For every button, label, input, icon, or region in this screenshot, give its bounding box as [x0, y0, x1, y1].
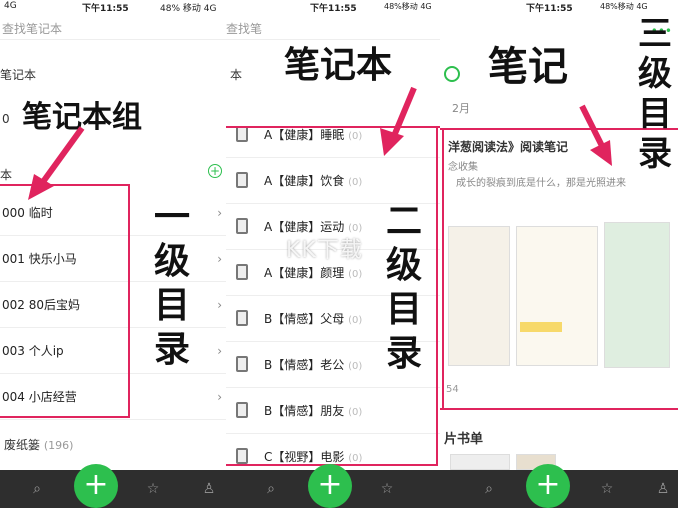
- status-right: 48%移动 4G: [600, 2, 648, 11]
- trash-label: 废纸篓: [4, 438, 41, 452]
- note-title[interactable]: 洋葱阅读法》阅读笔记: [448, 138, 568, 155]
- network-label: 4G: [4, 1, 17, 11]
- notebook-icon: [236, 448, 248, 464]
- status-bar: 4G 下午11:55 48% 移动 4G: [0, 0, 226, 14]
- booklist-title[interactable]: 片书单: [444, 428, 483, 447]
- note-thumbnail: [448, 226, 510, 366]
- annotation-level2: 二级目录: [386, 201, 423, 374]
- notebook-icon: [236, 264, 248, 280]
- status-bar: 下午11:55 48%移动 4G: [440, 0, 678, 14]
- search-icon[interactable]: ⌕: [28, 480, 46, 498]
- add-icon[interactable]: +: [208, 164, 222, 178]
- item-count: (0): [348, 407, 363, 418]
- chevron-right-icon: ›: [217, 252, 222, 266]
- chevron-right-icon: ›: [217, 298, 222, 312]
- notebook-icon: [236, 172, 248, 188]
- tab-bar: ⌕ + ☆ ♙: [440, 464, 678, 508]
- item-label: 【情感】老公: [272, 358, 345, 372]
- item-prefix: B: [264, 404, 273, 418]
- note-list-panel: 下午11:55 48%移动 4G ••• 2月 洋葱阅读法》阅读笔记 念收集 成…: [440, 0, 678, 508]
- tab-bar: ⌕ + ☆ ♙: [0, 464, 226, 508]
- notebook-icon: [236, 402, 248, 418]
- month-label: 2月: [452, 102, 470, 115]
- notebook-icon: [236, 310, 248, 326]
- chevron-right-icon: ›: [217, 344, 222, 358]
- item-prefix: A: [264, 128, 273, 142]
- highlight-mark: [520, 322, 562, 332]
- search-icon[interactable]: ⌕: [262, 480, 280, 498]
- search-icon[interactable]: ⌕: [480, 480, 498, 498]
- chevron-right-icon: ›: [217, 390, 222, 404]
- item-count: (0): [348, 315, 363, 326]
- new-note-button[interactable]: +: [74, 464, 118, 508]
- section-notebooks: 笔记本: [0, 68, 37, 82]
- new-note-button[interactable]: +: [526, 464, 570, 508]
- item-count: (0): [348, 453, 363, 464]
- status-bar: 下午11:55 48%移动 4G: [226, 0, 440, 14]
- star-icon[interactable]: ☆: [598, 480, 616, 498]
- book-thumbnail: [450, 454, 510, 470]
- status-time: 下午11:55: [310, 4, 357, 14]
- highlight-box: [0, 184, 130, 418]
- notebook-icon: [236, 218, 248, 234]
- item-count: (0): [348, 269, 363, 280]
- item-label: 【健康】饮食: [272, 174, 345, 188]
- new-note-button[interactable]: +: [308, 464, 352, 508]
- person-icon[interactable]: ♙: [654, 480, 672, 498]
- note-thumbnail: [604, 222, 670, 368]
- annotation-notebook: 笔记本: [284, 45, 393, 86]
- trash-count: (196): [43, 439, 74, 452]
- person-icon[interactable]: ♙: [200, 480, 218, 498]
- note-thumbnail: [516, 226, 598, 366]
- arrow-icon: [579, 104, 612, 166]
- watermark: KK下载: [286, 238, 363, 263]
- arrow-icon: [28, 126, 85, 200]
- count-zero: 0: [2, 112, 10, 126]
- item-count: (0): [348, 131, 363, 142]
- tab-bar: ⌕ + ☆: [226, 464, 440, 508]
- status-right: 48% 移动 4G: [160, 4, 217, 14]
- section-group: 本: [0, 168, 13, 182]
- highlight-line: [440, 408, 678, 410]
- notebook-icon: [236, 356, 248, 372]
- arrow-icon: [380, 86, 417, 156]
- item-label: 【健康】颜理: [272, 266, 345, 280]
- notebook-icon: [236, 126, 248, 142]
- count-label: 54: [446, 384, 459, 395]
- item-count: (0): [348, 361, 363, 372]
- trash-item[interactable]: 废纸篓 (196): [4, 436, 73, 453]
- section-label: 本: [230, 68, 243, 82]
- item-count: (0): [348, 177, 363, 188]
- star-icon[interactable]: ☆: [378, 480, 396, 498]
- item-prefix: B: [264, 312, 273, 326]
- star-icon[interactable]: ☆: [144, 480, 162, 498]
- item-prefix: A: [264, 220, 273, 234]
- chevron-right-icon: ›: [217, 206, 222, 220]
- notebook-list-panel: 4G 下午11:55 48% 移动 4G 查找笔记本 笔记本 0 本 + 000…: [0, 0, 226, 508]
- note-quote: 成长的裂痕到底是什么，那是光照进来: [456, 178, 626, 189]
- status-right: 48%移动 4G: [384, 2, 432, 11]
- item-prefix: B: [264, 358, 273, 372]
- search-input[interactable]: 查找笔记本: [0, 18, 226, 40]
- highlight-line-left: [442, 128, 444, 410]
- annotation-level3: 三级目录: [638, 14, 672, 174]
- item-label: 【情感】朋友: [272, 404, 345, 418]
- note-subtitle: 念收集: [448, 162, 478, 173]
- annotation-level1: 一级目录: [154, 197, 191, 370]
- item-label: 【健康】睡眠: [272, 128, 345, 142]
- item-label: 【情感】父母: [272, 312, 345, 326]
- status-time: 下午11:55: [526, 4, 573, 14]
- highlight-box-right: [436, 126, 438, 466]
- item-prefix: A: [264, 174, 273, 188]
- item-label: 【视野】电影: [272, 450, 345, 464]
- status-time: 下午11:55: [82, 4, 129, 14]
- annotation-note: 笔记: [488, 44, 568, 90]
- item-prefix: A: [264, 266, 273, 280]
- sync-icon[interactable]: [444, 66, 460, 82]
